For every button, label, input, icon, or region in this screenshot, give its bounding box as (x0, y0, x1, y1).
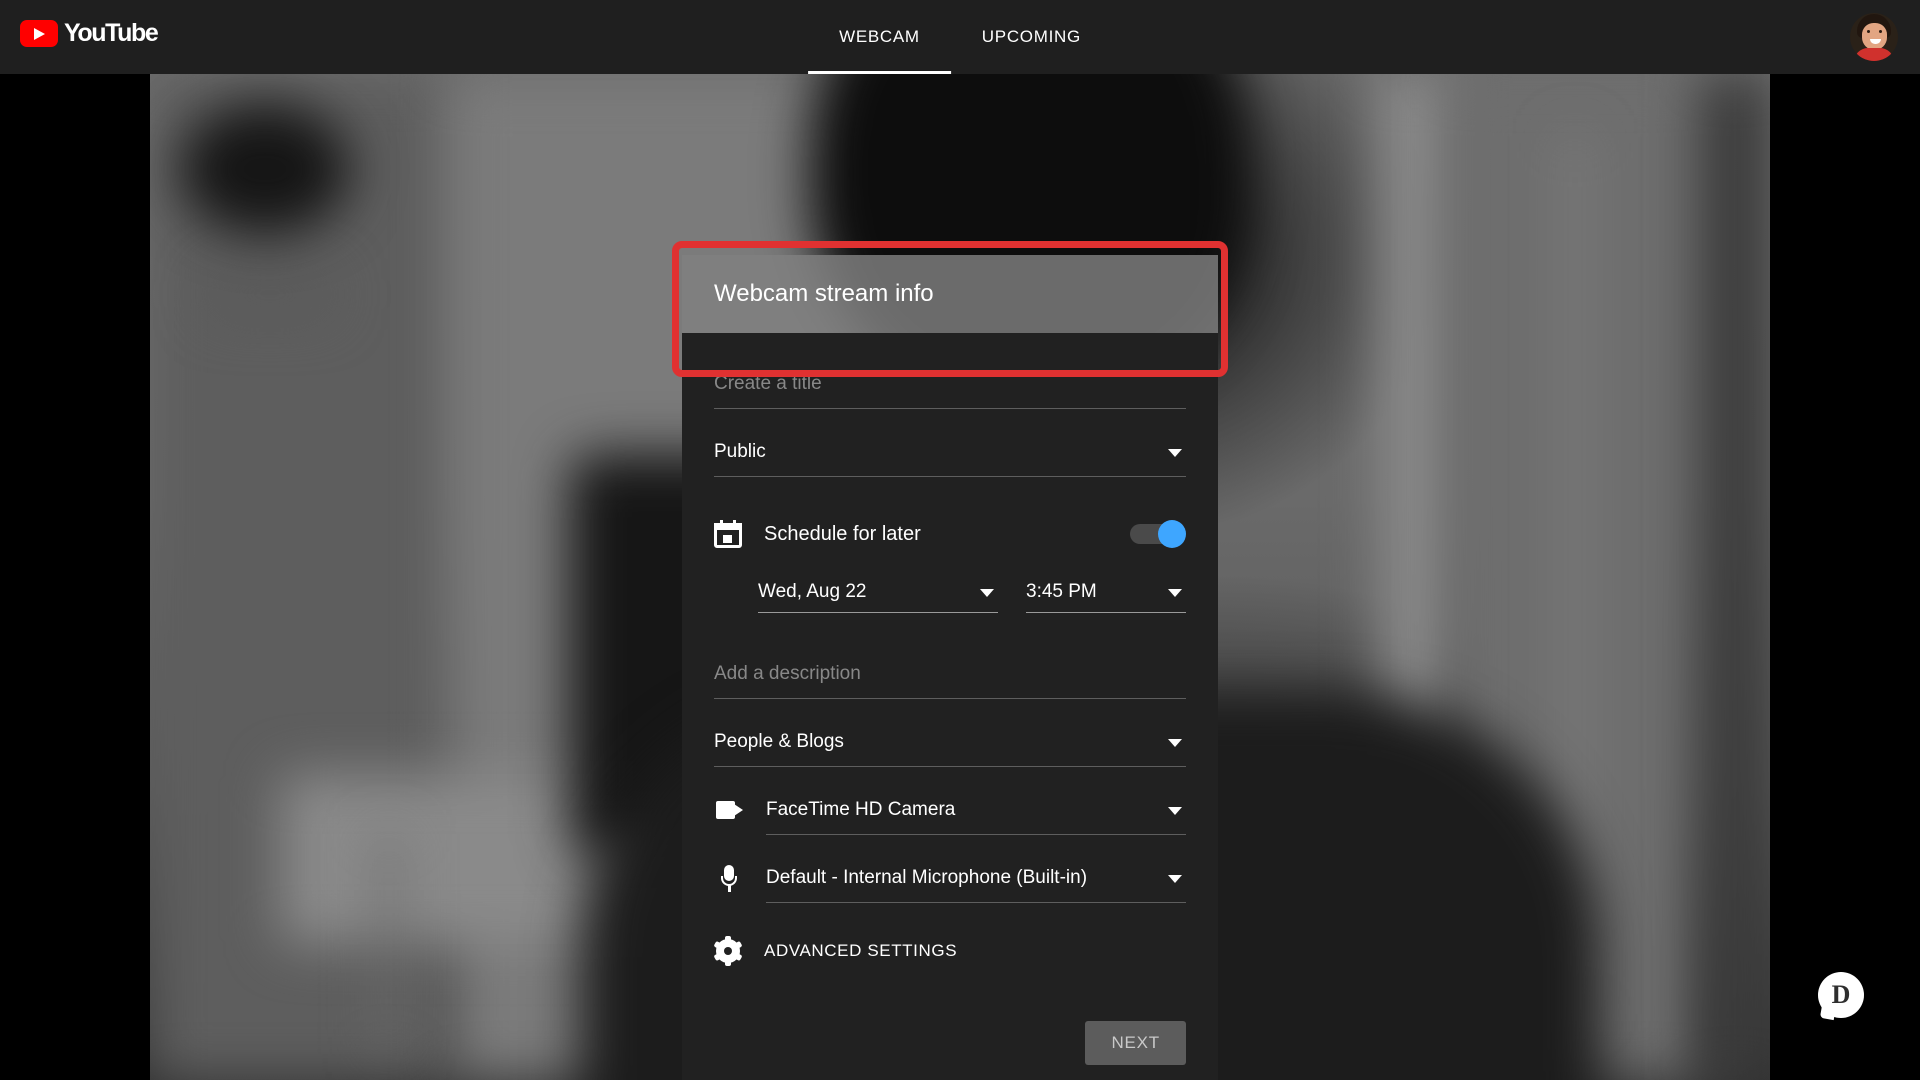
dialog-title: Webcam stream info (714, 280, 934, 307)
advanced-settings-button[interactable]: ADVANCED SETTINGS (713, 936, 1186, 966)
schedule-pickers: Wed, Aug 22 3:45 PM (714, 571, 1186, 613)
youtube-logo-text: YouTube (64, 19, 159, 47)
avatar-eye-right (1879, 30, 1882, 33)
chevron-down-icon (1168, 738, 1182, 747)
camera-value: FaceTime HD Camera (766, 798, 956, 820)
microphone-value: Default - Internal Microphone (Built-in) (766, 866, 1088, 888)
camera-select-row: FaceTime HD Camera (714, 785, 1186, 835)
stream-title-field[interactable]: Create a title (714, 359, 1186, 409)
bg-dark-blob (180, 104, 350, 234)
schedule-date-value: Wed, Aug 22 (758, 580, 867, 602)
chevron-down-icon (1168, 588, 1182, 597)
stage: Webcam stream info Create a title Public (0, 74, 1920, 1080)
schedule-label: Schedule for later (764, 522, 921, 545)
chevron-down-icon (1168, 448, 1182, 457)
toggle-thumb (1158, 520, 1186, 548)
nav-tabs: WEBCAM UPCOMING (808, 0, 1112, 74)
video-camera-icon (714, 801, 744, 819)
avatar-face (1862, 23, 1887, 50)
gear-icon (713, 936, 743, 966)
tab-upcoming-label: UPCOMING (981, 27, 1081, 46)
tab-upcoming[interactable]: UPCOMING (951, 0, 1112, 74)
dialog-body: Create a title Public Schedule for later… (672, 241, 1228, 1080)
microphone-select[interactable]: Default - Internal Microphone (Built-in) (766, 853, 1186, 903)
dialog-header: Webcam stream info (682, 255, 1218, 333)
privacy-select[interactable]: Public (714, 427, 1186, 477)
disqus-chat-bubble-icon[interactable]: D (1818, 972, 1864, 1021)
next-button[interactable]: NEXT (1085, 1021, 1186, 1065)
bg-desk-leg (380, 834, 398, 1054)
bg-wall-right (1700, 74, 1770, 1080)
microphone-icon (714, 864, 744, 892)
camera-select[interactable]: FaceTime HD Camera (766, 785, 1186, 835)
tab-webcam-label: WEBCAM (839, 27, 920, 46)
bg-picture-frame (210, 274, 330, 314)
youtube-play-icon (20, 20, 58, 47)
category-value: People & Blogs (714, 730, 844, 752)
stream-title-placeholder: Create a title (714, 372, 822, 394)
chat-bubble-letter: D (1831, 980, 1851, 1009)
schedule-block: Schedule for later Wed, Aug 22 3:45 PM (672, 241, 1228, 613)
chevron-down-icon (980, 588, 994, 597)
schedule-date-picker[interactable]: Wed, Aug 22 (758, 571, 998, 613)
chevron-down-icon (1168, 806, 1182, 815)
webcam-stream-info-dialog: Webcam stream info Create a title Public (672, 241, 1228, 1080)
schedule-toggle[interactable] (1130, 520, 1186, 548)
stream-description-field[interactable]: Add a description (714, 649, 1186, 699)
chevron-down-icon (1168, 874, 1182, 883)
avatar-shirt (1854, 48, 1894, 61)
microphone-select-row: Default - Internal Microphone (Built-in) (714, 853, 1186, 903)
advanced-settings-label: ADVANCED SETTINGS (764, 941, 958, 960)
schedule-time-picker[interactable]: 3:45 PM (1026, 571, 1186, 613)
dialog-actions: NEXT (714, 1021, 1186, 1065)
masthead: YouTube WEBCAM UPCOMING (0, 0, 1920, 74)
schedule-toggle-row[interactable]: Schedule for later (714, 507, 1186, 561)
avatar-eye-left (1867, 30, 1870, 33)
avatar[interactable] (1850, 13, 1898, 61)
stream-description-placeholder: Add a description (714, 662, 861, 684)
category-select[interactable]: People & Blogs (714, 717, 1186, 767)
privacy-value: Public (714, 440, 766, 462)
youtube-logo[interactable]: YouTube (20, 19, 159, 48)
tab-webcam[interactable]: WEBCAM (808, 0, 951, 74)
schedule-time-value: 3:45 PM (1026, 580, 1097, 602)
calendar-icon (714, 520, 742, 548)
